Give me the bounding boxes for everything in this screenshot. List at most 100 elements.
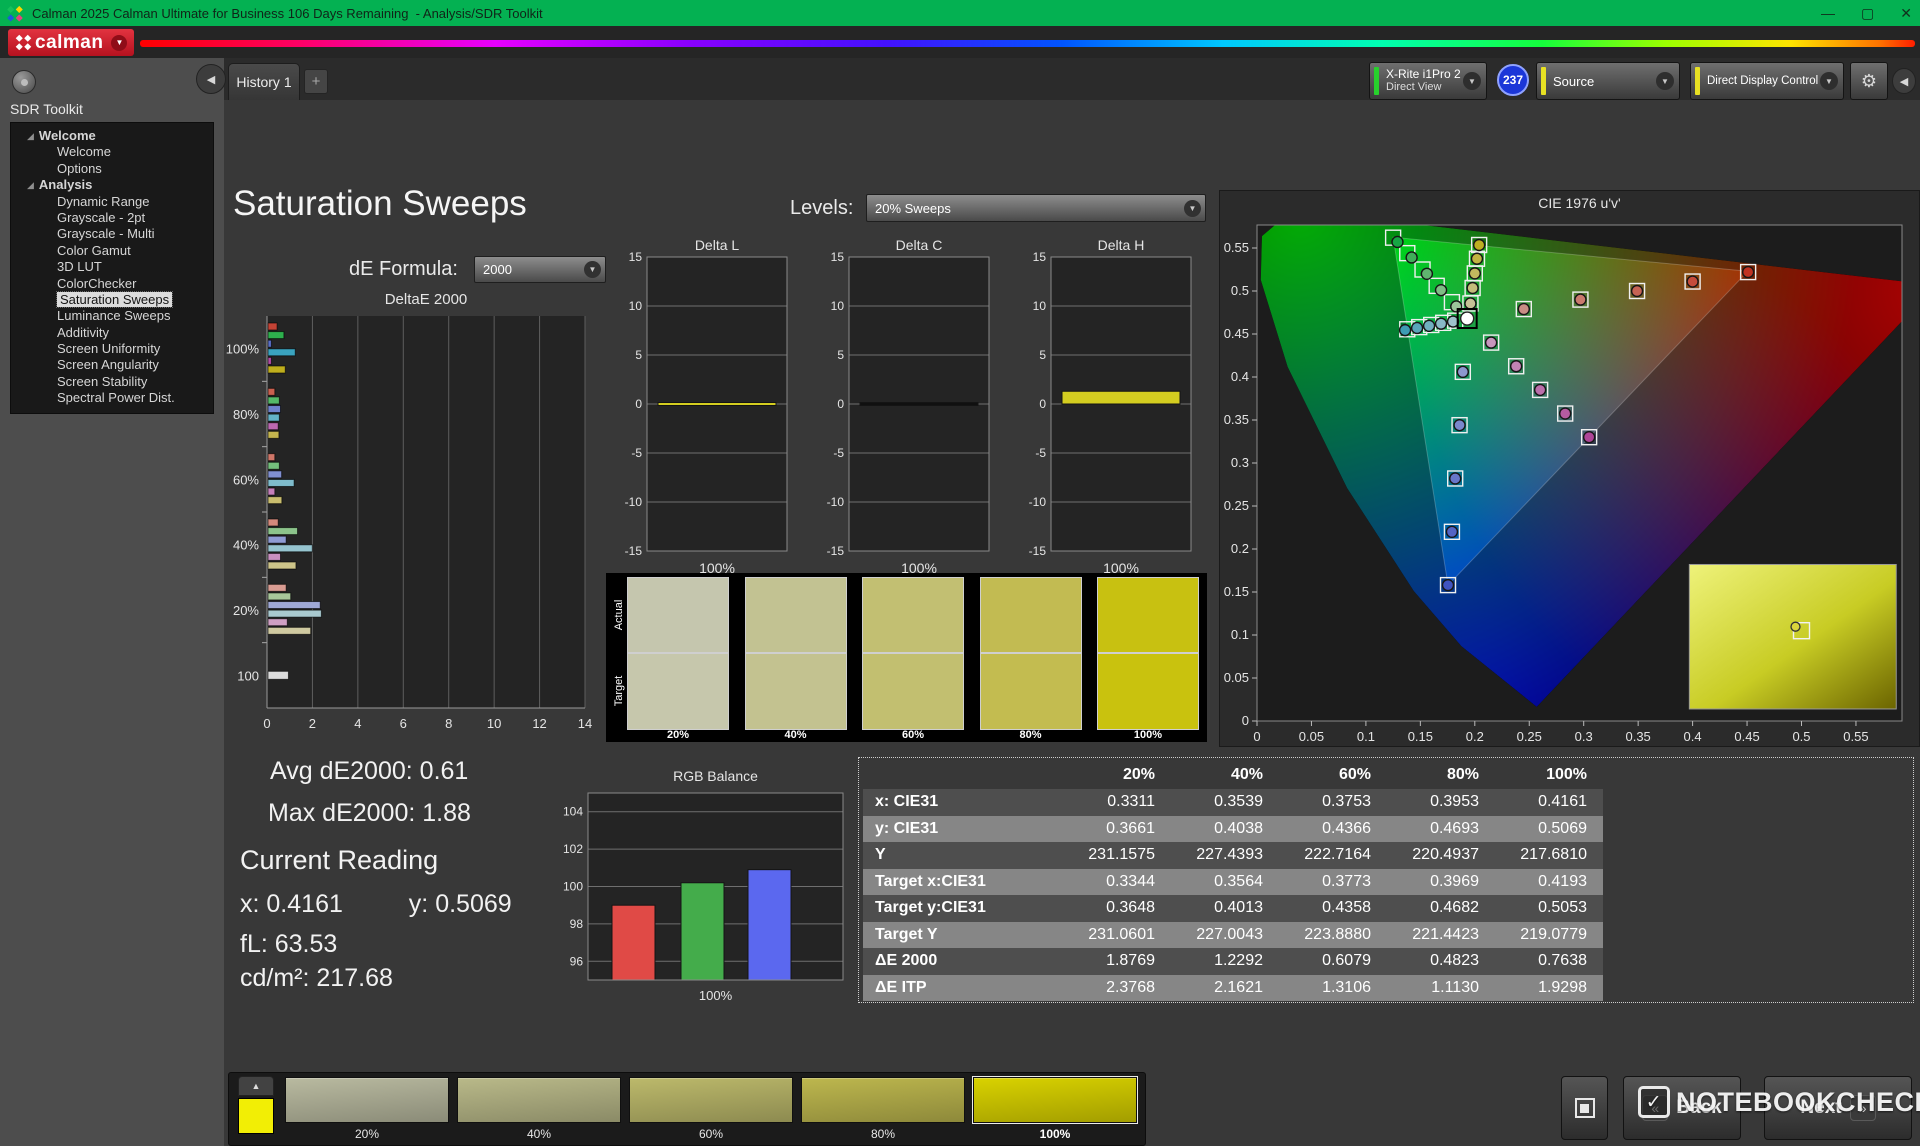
minimize-button[interactable]: —	[1821, 5, 1835, 21]
svg-text:6: 6	[400, 716, 407, 731]
close-button[interactable]: ✕	[1900, 5, 1912, 22]
sidebar-item-options[interactable]: Options	[11, 161, 213, 177]
source-dropdown[interactable]: Source ▼	[1536, 62, 1680, 100]
svg-text:40%: 40%	[233, 538, 259, 553]
svg-text:0.3: 0.3	[1575, 729, 1593, 744]
sidebar-item-color-gamut[interactable]: Color Gamut	[11, 243, 213, 259]
window-titlebar: Calman 2025 Calman Ultimate for Business…	[0, 0, 1920, 26]
sidebar-group-welcome[interactable]: ◢Welcome	[11, 128, 213, 144]
chevron-right-icon: »	[1850, 1095, 1876, 1121]
current-pattern-swatch[interactable]	[238, 1098, 274, 1134]
levels-value: 20% Sweeps	[875, 201, 951, 216]
measurement-table[interactable]: 20%40%60%80%100%x: CIE310.33110.35390.37…	[863, 761, 1603, 1001]
svg-text:0.35: 0.35	[1224, 412, 1249, 427]
settings-button[interactable]: ⚙	[1850, 62, 1888, 100]
table-row-target-x-cie31: Target x:CIE310.33440.35640.37730.39690.…	[863, 869, 1603, 896]
sidebar-item-saturation-sweeps[interactable]: Saturation Sweeps	[11, 292, 213, 308]
panel-collapse-icon[interactable]: ◀	[1892, 68, 1916, 94]
pattern-swatch-80%[interactable]	[801, 1077, 965, 1123]
svg-text:0.5: 0.5	[1792, 729, 1810, 744]
svg-text:0.4: 0.4	[1684, 729, 1702, 744]
svg-text:0.45: 0.45	[1734, 729, 1759, 744]
svg-text:0.5: 0.5	[1231, 283, 1249, 298]
svg-text:Delta H: Delta H	[1098, 238, 1145, 253]
pattern-swatch-panel: ▲ 20%40%60%80%100%	[228, 1072, 1146, 1146]
swatch-column-40%: 40%	[745, 573, 847, 742]
sidebar-item-welcome[interactable]: Welcome	[11, 144, 213, 160]
sidebar-item-colorchecker[interactable]: ColorChecker	[11, 276, 213, 292]
target-swatch	[980, 653, 1082, 730]
swatch-percent-label: 100%	[1097, 729, 1199, 741]
next-button[interactable]: Next »	[1764, 1076, 1912, 1140]
table-column-header: 100%	[1495, 766, 1603, 784]
table-row--e-2000: ΔE 20001.87691.22920.60790.48230.7638	[863, 948, 1603, 975]
table-row-target-y-cie31: Target y:CIE310.36480.40130.43580.46820.…	[863, 895, 1603, 922]
svg-text:80%: 80%	[233, 407, 259, 422]
table-row--e-itp: ΔE ITP2.37682.16211.31061.11301.9298	[863, 975, 1603, 1002]
pattern-window-arrow-icon[interactable]: ▲	[238, 1076, 274, 1096]
rainbow-gradient-bar	[140, 40, 1915, 47]
sidebar-item-3d-lut[interactable]: 3D LUT	[11, 259, 213, 275]
sidebar-item-dynamic-range[interactable]: Dynamic Range	[11, 194, 213, 210]
tree-expand-icon: ◢	[27, 177, 34, 193]
maximize-button[interactable]: ▢	[1861, 5, 1874, 22]
target-swatch	[745, 653, 847, 730]
actual-row-label: Actual	[613, 590, 625, 640]
svg-text:2: 2	[309, 716, 316, 731]
meter-dropdown[interactable]: X-Rite i1Pro 2 Direct View ▼	[1369, 62, 1487, 100]
pattern-swatch-60%[interactable]	[629, 1077, 793, 1123]
levels-label: Levels:	[790, 197, 853, 220]
svg-text:12: 12	[532, 716, 546, 731]
table-row-y-cie31: y: CIE310.36610.40380.43660.46930.5069	[863, 816, 1603, 843]
svg-text:5: 5	[837, 348, 844, 362]
source-label: Source	[1553, 74, 1594, 89]
sidebar-item-screen-stability[interactable]: Screen Stability	[11, 374, 213, 390]
sidebar-item-luminance-sweeps[interactable]: Luminance Sweeps	[11, 308, 213, 324]
chevron-down-icon[interactable]: ▼	[111, 35, 127, 51]
svg-text:0: 0	[263, 716, 270, 731]
sidebar-collapse-icon[interactable]: ◀	[196, 64, 226, 94]
de-formula-value: 2000	[483, 262, 512, 277]
svg-text:0: 0	[1253, 729, 1260, 744]
sidebar-group-analysis[interactable]: ◢Analysis	[11, 177, 213, 193]
calman-logo-button[interactable]: calman ▼	[8, 29, 134, 56]
tab-history-1[interactable]: History 1	[228, 63, 300, 100]
pattern-swatch-label: 40%	[457, 1127, 621, 1141]
target-swatch	[862, 653, 964, 730]
svg-text:-5: -5	[1035, 446, 1046, 460]
stop-button[interactable]	[1561, 1076, 1608, 1140]
svg-text:0.55: 0.55	[1843, 729, 1868, 744]
svg-text:15: 15	[1033, 250, 1047, 264]
display-control-dropdown[interactable]: Direct Display Control ▼	[1690, 62, 1844, 100]
svg-text:100: 100	[563, 880, 583, 894]
sidebar-item-additivity[interactable]: Additivity	[11, 325, 213, 341]
add-tab-button[interactable]: +	[304, 69, 328, 94]
svg-text:60%: 60%	[233, 472, 259, 487]
meter-count-badge[interactable]: 237	[1497, 64, 1529, 96]
levels-dropdown[interactable]: 20% Sweeps ▼	[866, 194, 1206, 222]
sidebar-item-screen-angularity[interactable]: Screen Angularity	[11, 357, 213, 373]
meter-status-button[interactable]	[12, 70, 36, 94]
svg-text:0.1: 0.1	[1231, 627, 1249, 642]
sidebar-item-grayscale-multi[interactable]: Grayscale - Multi	[11, 226, 213, 242]
swatch-percent-label: 80%	[980, 729, 1082, 741]
actual-swatch	[627, 577, 729, 653]
chevron-down-icon: ▼	[1820, 72, 1838, 90]
sidebar-item-spectral-power-dist-[interactable]: Spectral Power Dist.	[11, 390, 213, 406]
sidebar-item-screen-uniformity[interactable]: Screen Uniformity	[11, 341, 213, 357]
back-button[interactable]: « Back	[1623, 1076, 1741, 1140]
table-row-y: Y231.1575227.4393222.7164220.4937217.681…	[863, 842, 1603, 869]
pattern-swatch-20%[interactable]	[285, 1077, 449, 1123]
svg-text:-10: -10	[827, 495, 845, 509]
svg-text:0.05: 0.05	[1299, 729, 1324, 744]
source-status-bar	[1541, 67, 1546, 95]
swatch-column-100%: 100%	[1097, 573, 1199, 742]
sidebar-item-grayscale-2pt[interactable]: Grayscale - 2pt	[11, 210, 213, 226]
pattern-swatch-40%[interactable]	[457, 1077, 621, 1123]
svg-text:0.35: 0.35	[1625, 729, 1650, 744]
svg-text:0.2: 0.2	[1466, 729, 1484, 744]
de-formula-dropdown[interactable]: 2000 ▼	[474, 256, 606, 283]
pattern-swatch-label: 20%	[285, 1127, 449, 1141]
current-fl-reading: fL: 63.53	[240, 930, 337, 959]
pattern-swatch-100%[interactable]	[973, 1077, 1137, 1123]
